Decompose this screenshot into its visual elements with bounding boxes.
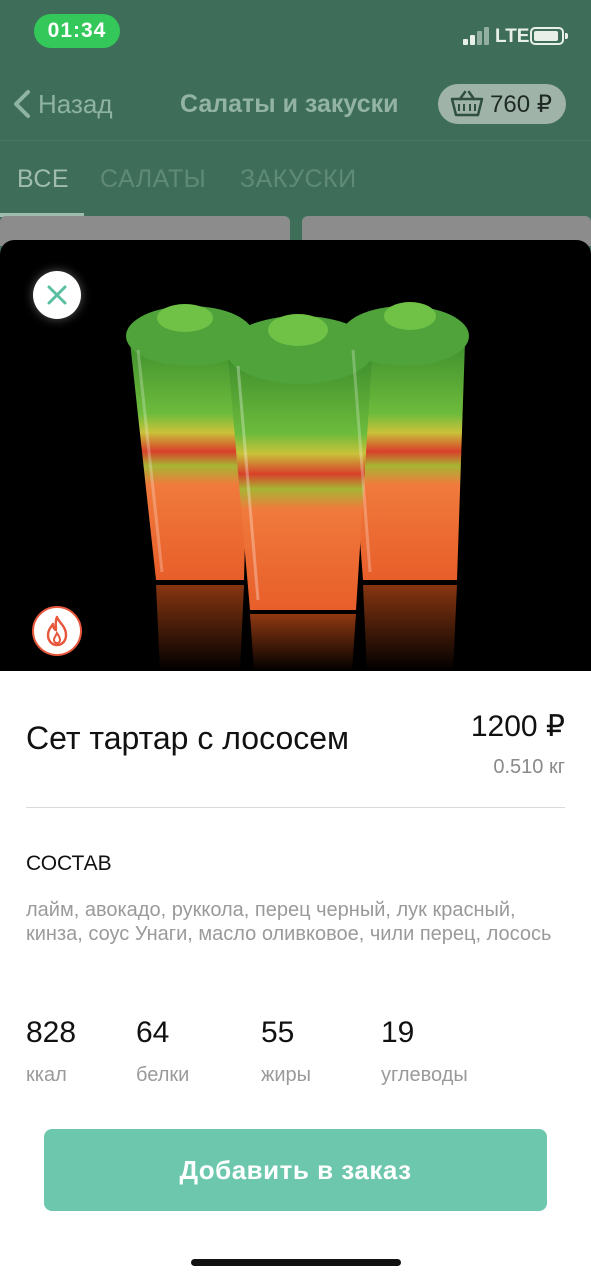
cart-total: 760 ₽ xyxy=(490,90,552,118)
composition-title: СОСТАВ xyxy=(26,852,112,875)
tab-salads[interactable]: САЛАТЫ xyxy=(100,165,206,194)
nutrition-label: белки xyxy=(136,1064,190,1086)
nutrition-proteins: 64 белки xyxy=(136,1016,189,1087)
spicy-badge xyxy=(32,606,82,656)
tartare-glasses-image xyxy=(126,302,469,671)
nutrition-value: 55 xyxy=(261,1016,295,1049)
nutrition-value: 64 xyxy=(136,1016,170,1049)
page-title: Салаты и закуски xyxy=(180,90,399,118)
nutrition-value: 828 xyxy=(26,1016,77,1049)
nav-bar: Назад Салаты и закуски 760 ₽ xyxy=(0,66,591,140)
battery-icon xyxy=(530,27,568,45)
status-bar: 01:34 LTE xyxy=(0,0,591,66)
network-label: LTE xyxy=(495,26,530,47)
nutrition-label: жиры xyxy=(261,1064,312,1086)
back-button[interactable]: Назад xyxy=(12,86,113,122)
product-price: 1200 ₽ xyxy=(470,710,565,743)
nutrition-value: 19 xyxy=(381,1016,415,1049)
product-photo xyxy=(0,240,591,671)
fire-icon xyxy=(46,615,68,647)
cart-button[interactable]: 760 ₽ xyxy=(438,84,566,124)
add-to-order-button[interactable]: Добавить в заказ xyxy=(44,1129,547,1211)
basket-icon xyxy=(450,90,484,117)
status-time: 01:34 xyxy=(34,14,120,48)
signal-icon xyxy=(463,27,491,45)
tab-snacks[interactable]: ЗАКУСКИ xyxy=(240,165,357,194)
product-weight: 0.510 кг xyxy=(493,756,565,778)
back-label: Назад xyxy=(38,88,113,119)
divider xyxy=(26,807,565,808)
chevron-left-icon xyxy=(14,90,30,118)
tab-all[interactable]: ВСЕ xyxy=(17,165,69,194)
nutrition-fats: 55 жиры xyxy=(261,1016,311,1087)
category-tabs: ВСЕ САЛАТЫ ЗАКУСКИ xyxy=(0,140,591,220)
nutrition-label: углеводы xyxy=(381,1064,468,1086)
nutrition-carbs: 19 углеводы xyxy=(381,1016,468,1087)
product-name: Сет тартар с лососем xyxy=(26,720,350,756)
nutrition-calories: 828 ккал xyxy=(26,1016,76,1087)
product-detail-sheet: Сет тартар с лососем 1200 ₽ 0.510 кг СОС… xyxy=(0,240,591,1280)
ingredients-text: лайм, авокадо, руккола, перец черный, лу… xyxy=(26,899,552,945)
background-app: 01:34 LTE Назад Салаты и закуски 760 ₽ В… xyxy=(0,0,591,260)
close-icon xyxy=(47,285,67,305)
close-button[interactable] xyxy=(33,271,81,319)
nutrition-label: ккал xyxy=(26,1064,67,1086)
home-indicator xyxy=(191,1259,401,1266)
